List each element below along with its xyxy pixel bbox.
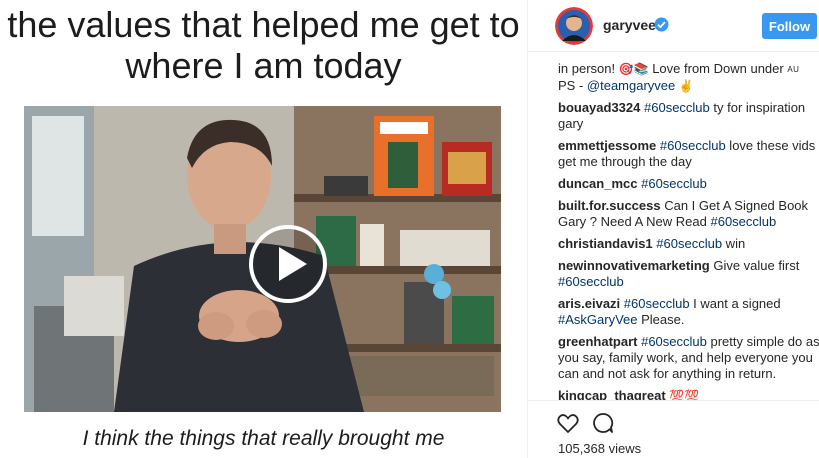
comment-text: win bbox=[722, 236, 746, 251]
comment-text: I want a signed bbox=[689, 296, 781, 311]
hashtag-link[interactable]: #60secclub bbox=[558, 274, 624, 289]
comment-item: newinnovativemarketing Give value first … bbox=[558, 258, 819, 290]
play-button[interactable] bbox=[247, 223, 329, 305]
post-sidebar: garyvee Follow in person! 🎯📚 Love from D… bbox=[527, 0, 819, 458]
hashtag-link[interactable]: #60secclub bbox=[624, 296, 690, 311]
post-actions: 105,368 views bbox=[528, 400, 819, 458]
video-caption-top: the values that helped me get to where I… bbox=[7, 4, 520, 86]
post-media: the values that helped me get to where I… bbox=[0, 0, 527, 458]
comment-item: bouayad3324 #60secclub ty for inspiratio… bbox=[558, 100, 819, 132]
comment-username[interactable]: newinnovativemarketing bbox=[558, 258, 710, 273]
hashtag-link[interactable]: #60secclub bbox=[644, 100, 710, 115]
follow-button[interactable]: Follow bbox=[762, 13, 817, 39]
comment-item: christiandavis1 #60secclub win bbox=[558, 236, 819, 252]
comment-username[interactable]: aris.eivazi bbox=[558, 296, 620, 311]
comment-item: aris.eivazi #60secclub I want a signed #… bbox=[558, 296, 819, 328]
hashtag-link[interactable]: #60secclub bbox=[641, 334, 707, 349]
peace-emoji: ✌ bbox=[678, 79, 694, 93]
comment-item: emmettjessome #60secclub love these vids… bbox=[558, 138, 819, 170]
comment-username[interactable]: emmettjessome bbox=[558, 138, 656, 153]
hashtag-link[interactable]: #AskGaryVee bbox=[558, 312, 638, 327]
comment-username[interactable]: bouayad3324 bbox=[558, 100, 640, 115]
comment-text: PS - bbox=[558, 78, 587, 93]
post-header: garyvee Follow bbox=[528, 0, 819, 52]
hashtag-link[interactable]: #60secclub bbox=[660, 138, 726, 153]
heart-icon[interactable] bbox=[556, 411, 580, 435]
hashtag-link[interactable]: #60secclub bbox=[656, 236, 722, 251]
comment-item: built.for.success Can I Get A Signed Boo… bbox=[558, 198, 819, 230]
video-player[interactable] bbox=[24, 106, 501, 412]
header-username[interactable]: garyvee bbox=[603, 17, 656, 33]
hashtag-link[interactable]: #60secclub bbox=[641, 176, 707, 191]
comment-username[interactable]: duncan_mcc bbox=[558, 176, 637, 191]
comment-text: Please. bbox=[637, 312, 685, 327]
view-count: 105,368 views bbox=[558, 441, 642, 456]
target-books-emoji: 🎯📚 bbox=[618, 62, 649, 76]
flag-au: AU bbox=[787, 65, 800, 74]
avatar-image bbox=[555, 7, 593, 45]
avatar[interactable] bbox=[555, 7, 593, 45]
play-icon bbox=[249, 225, 327, 303]
comments-list: in person! 🎯📚 Love from Down under AU PS… bbox=[558, 61, 819, 401]
comment-username[interactable]: christiandavis1 bbox=[558, 236, 653, 251]
comment-text: Love from Down under bbox=[648, 61, 788, 76]
comment-text: Give value first bbox=[709, 258, 800, 273]
comment-item: in person! 🎯📚 Love from Down under AU PS… bbox=[558, 61, 819, 94]
video-caption-bottom: I think the things that really brought m… bbox=[82, 427, 445, 450]
mention-link[interactable]: @teamgaryvee bbox=[587, 78, 675, 93]
comment-username[interactable]: built.for.success bbox=[558, 198, 661, 213]
hashtag-link[interactable]: #60secclub bbox=[710, 214, 776, 229]
comment-text: in person! bbox=[558, 61, 619, 76]
comment-item: greenhatpart #60secclub pretty simple do… bbox=[558, 334, 819, 382]
comment-bubble-icon[interactable] bbox=[591, 411, 615, 435]
comment-item: duncan_mcc #60secclub bbox=[558, 176, 819, 192]
comment-username[interactable]: greenhatpart bbox=[558, 334, 637, 349]
verified-badge-icon bbox=[654, 17, 669, 32]
